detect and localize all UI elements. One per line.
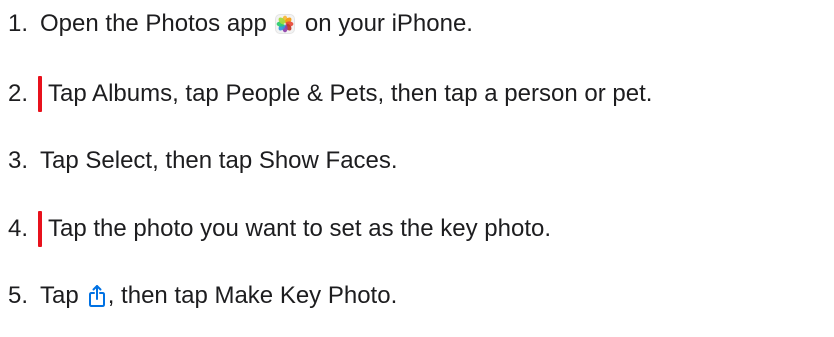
- step-5-text-after-icon: , then tap Make Key Photo.: [107, 282, 398, 309]
- step-4-text: Tap the photo you want to set as the key…: [48, 215, 552, 242]
- step-1: 1. Open the Photos app on your iPhone.: [8, 4, 473, 44]
- photos-app-icon: [274, 14, 295, 34]
- step-3-number: 3.: [8, 147, 29, 174]
- share-icon: [87, 284, 107, 308]
- step-2-number: 2.: [8, 80, 29, 107]
- step-3: 3. Tap Select, then tap Show Faces.: [8, 141, 398, 181]
- step-4-number: 4.: [8, 215, 29, 242]
- step-2-text: Tap Albums, tap People & Pets, then tap …: [48, 80, 653, 107]
- step-1-text-before-icon: Open the Photos app: [40, 10, 267, 37]
- step-5-text-before-icon: Tap: [40, 282, 79, 309]
- step-1-number: 1.: [8, 10, 29, 37]
- step-4: 4. Tap the photo you want to set as the …: [8, 209, 551, 249]
- step-5-number: 5.: [8, 282, 29, 309]
- step-3-text: Tap Select, then tap Show Faces.: [40, 147, 398, 174]
- step-1-text-after-icon: on your iPhone.: [304, 10, 473, 37]
- step-2: 2. Tap Albums, tap People & Pets, then t…: [8, 74, 652, 114]
- step-5: 5. Tap , then tap Make Key Photo.: [8, 276, 397, 316]
- highlight-marker: [38, 76, 43, 112]
- highlight-marker: [38, 211, 43, 247]
